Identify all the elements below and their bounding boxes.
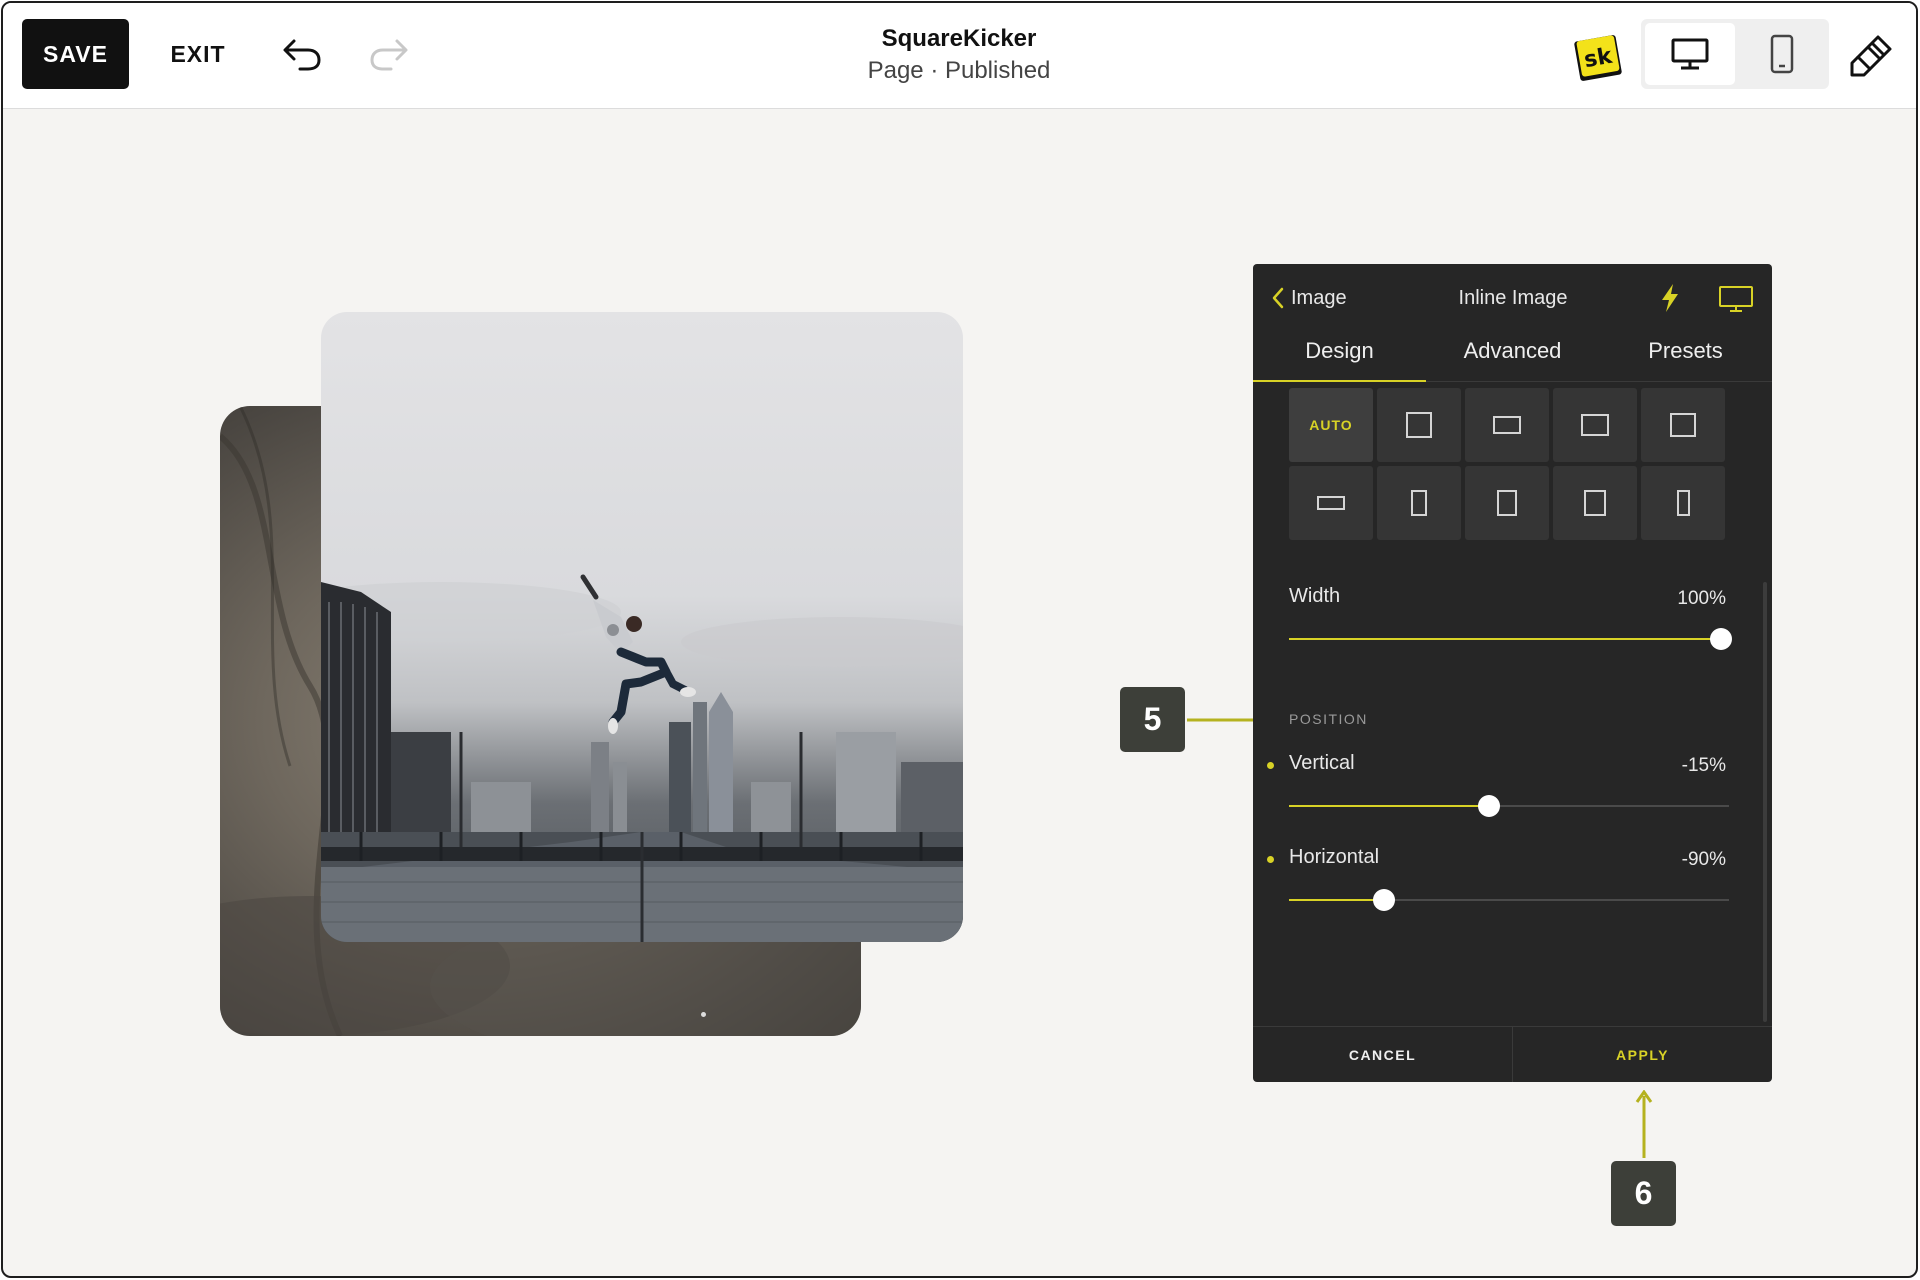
horizontal-value: -90% — [1681, 849, 1726, 870]
width-slider[interactable] — [1289, 628, 1732, 650]
panel-tabs: Design Advanced Presets — [1253, 330, 1772, 382]
ratio-tall-button[interactable] — [1641, 466, 1725, 540]
save-button[interactable]: SAVE — [22, 19, 129, 89]
city-jump-photo[interactable] — [321, 312, 963, 942]
callout-step-6: 6 — [1611, 1161, 1676, 1226]
lightning-bolt-icon[interactable] — [1657, 282, 1683, 314]
panel-footer: CANCEL APPLY — [1253, 1026, 1772, 1082]
apply-button[interactable]: APPLY — [1513, 1027, 1772, 1082]
horizontal-slider-handle[interactable] — [1372, 889, 1395, 911]
undo-icon[interactable] — [280, 33, 324, 73]
tab-presets[interactable]: Presets — [1599, 330, 1772, 382]
ratio-wide-button[interactable] — [1289, 466, 1373, 540]
ratio-portrait-button[interactable] — [1377, 466, 1461, 540]
back-to-image-link[interactable]: Image — [1271, 282, 1347, 314]
tab-advanced[interactable]: Advanced — [1426, 330, 1599, 382]
vertical-slider-fill — [1289, 805, 1490, 807]
inline-image-panel: Image Inline Image Design Advanced Prese… — [1253, 264, 1772, 1082]
callout-arrow-up-icon — [1635, 1090, 1653, 1158]
redo-icon[interactable] — [367, 33, 411, 73]
vertical-slider-handle[interactable] — [1478, 795, 1501, 817]
panel-scrollbar[interactable] — [1763, 582, 1767, 1022]
tab-design[interactable]: Design — [1253, 330, 1426, 382]
vertical-modified-indicator — [1267, 762, 1274, 769]
horizontal-modified-indicator — [1267, 856, 1274, 863]
ratio-auto-button[interactable]: AUTO — [1289, 388, 1373, 462]
page-status: Page · Published — [867, 57, 1051, 84]
portrait-ratio-icon — [1411, 490, 1427, 516]
desktop-icon[interactable] — [1718, 284, 1754, 314]
panel-header: Image Inline Image — [1253, 264, 1772, 330]
horizontal-label: Horizontal — [1289, 846, 1380, 868]
device-toggle — [1641, 19, 1829, 89]
logo-text: sk — [1582, 44, 1615, 74]
ratio-landscape-button[interactable] — [1465, 388, 1549, 462]
width-label: Width — [1289, 585, 1341, 607]
ratio-portrait-button[interactable] — [1465, 466, 1549, 540]
image-dot — [701, 1012, 706, 1017]
top-toolbar: SAVE EXIT SquareKicker Page · Published … — [3, 3, 1916, 109]
city-skyline-photo-icon — [321, 574, 963, 942]
landscape-ratio-icon — [1581, 414, 1609, 436]
panel-title: Inline Image — [1458, 287, 1568, 309]
cancel-button[interactable]: CANCEL — [1253, 1027, 1512, 1082]
width-slider-fill — [1289, 638, 1721, 640]
ratio-square-button[interactable] — [1377, 388, 1461, 462]
vertical-label: Vertical — [1289, 752, 1355, 774]
landscape-ratio-icon — [1493, 416, 1521, 434]
desktop-icon — [1671, 38, 1709, 70]
wide-ratio-icon — [1317, 496, 1345, 510]
ratio-square-button[interactable] — [1641, 388, 1725, 462]
mobile-view-button[interactable] — [1739, 23, 1825, 85]
app-window: SAVE EXIT SquareKicker Page · Published … — [1, 1, 1918, 1278]
portrait-ratio-icon — [1497, 490, 1517, 516]
callout-step-5: 5 — [1120, 687, 1185, 752]
width-slider-handle[interactable] — [1710, 628, 1732, 650]
squarekicker-logo-icon[interactable]: sk — [1573, 33, 1623, 81]
portrait-ratio-icon — [1584, 490, 1606, 516]
mobile-icon — [1770, 34, 1794, 74]
page-title-block: SquareKicker Page · Published — [763, 23, 1155, 87]
position-section-label: POSITION — [1289, 711, 1368, 727]
horizontal-slider-fill — [1289, 899, 1384, 901]
width-value: 100% — [1677, 588, 1726, 609]
exit-button[interactable]: EXIT — [163, 19, 233, 89]
ratio-landscape-button[interactable] — [1553, 388, 1637, 462]
desktop-view-button[interactable] — [1645, 23, 1735, 85]
paintbrush-icon[interactable] — [1848, 33, 1894, 79]
tall-ratio-icon — [1676, 490, 1690, 516]
square-ratio-icon — [1406, 412, 1432, 438]
vertical-slider[interactable] — [1289, 795, 1729, 817]
vertical-value: -15% — [1681, 755, 1726, 776]
back-link-label: Image — [1291, 286, 1347, 309]
site-title: SquareKicker — [881, 25, 1037, 52]
ratio-portrait-button[interactable] — [1553, 466, 1637, 540]
horizontal-slider[interactable] — [1289, 889, 1729, 911]
chevron-left-icon — [1272, 287, 1284, 309]
square-ratio-icon — [1670, 413, 1696, 437]
